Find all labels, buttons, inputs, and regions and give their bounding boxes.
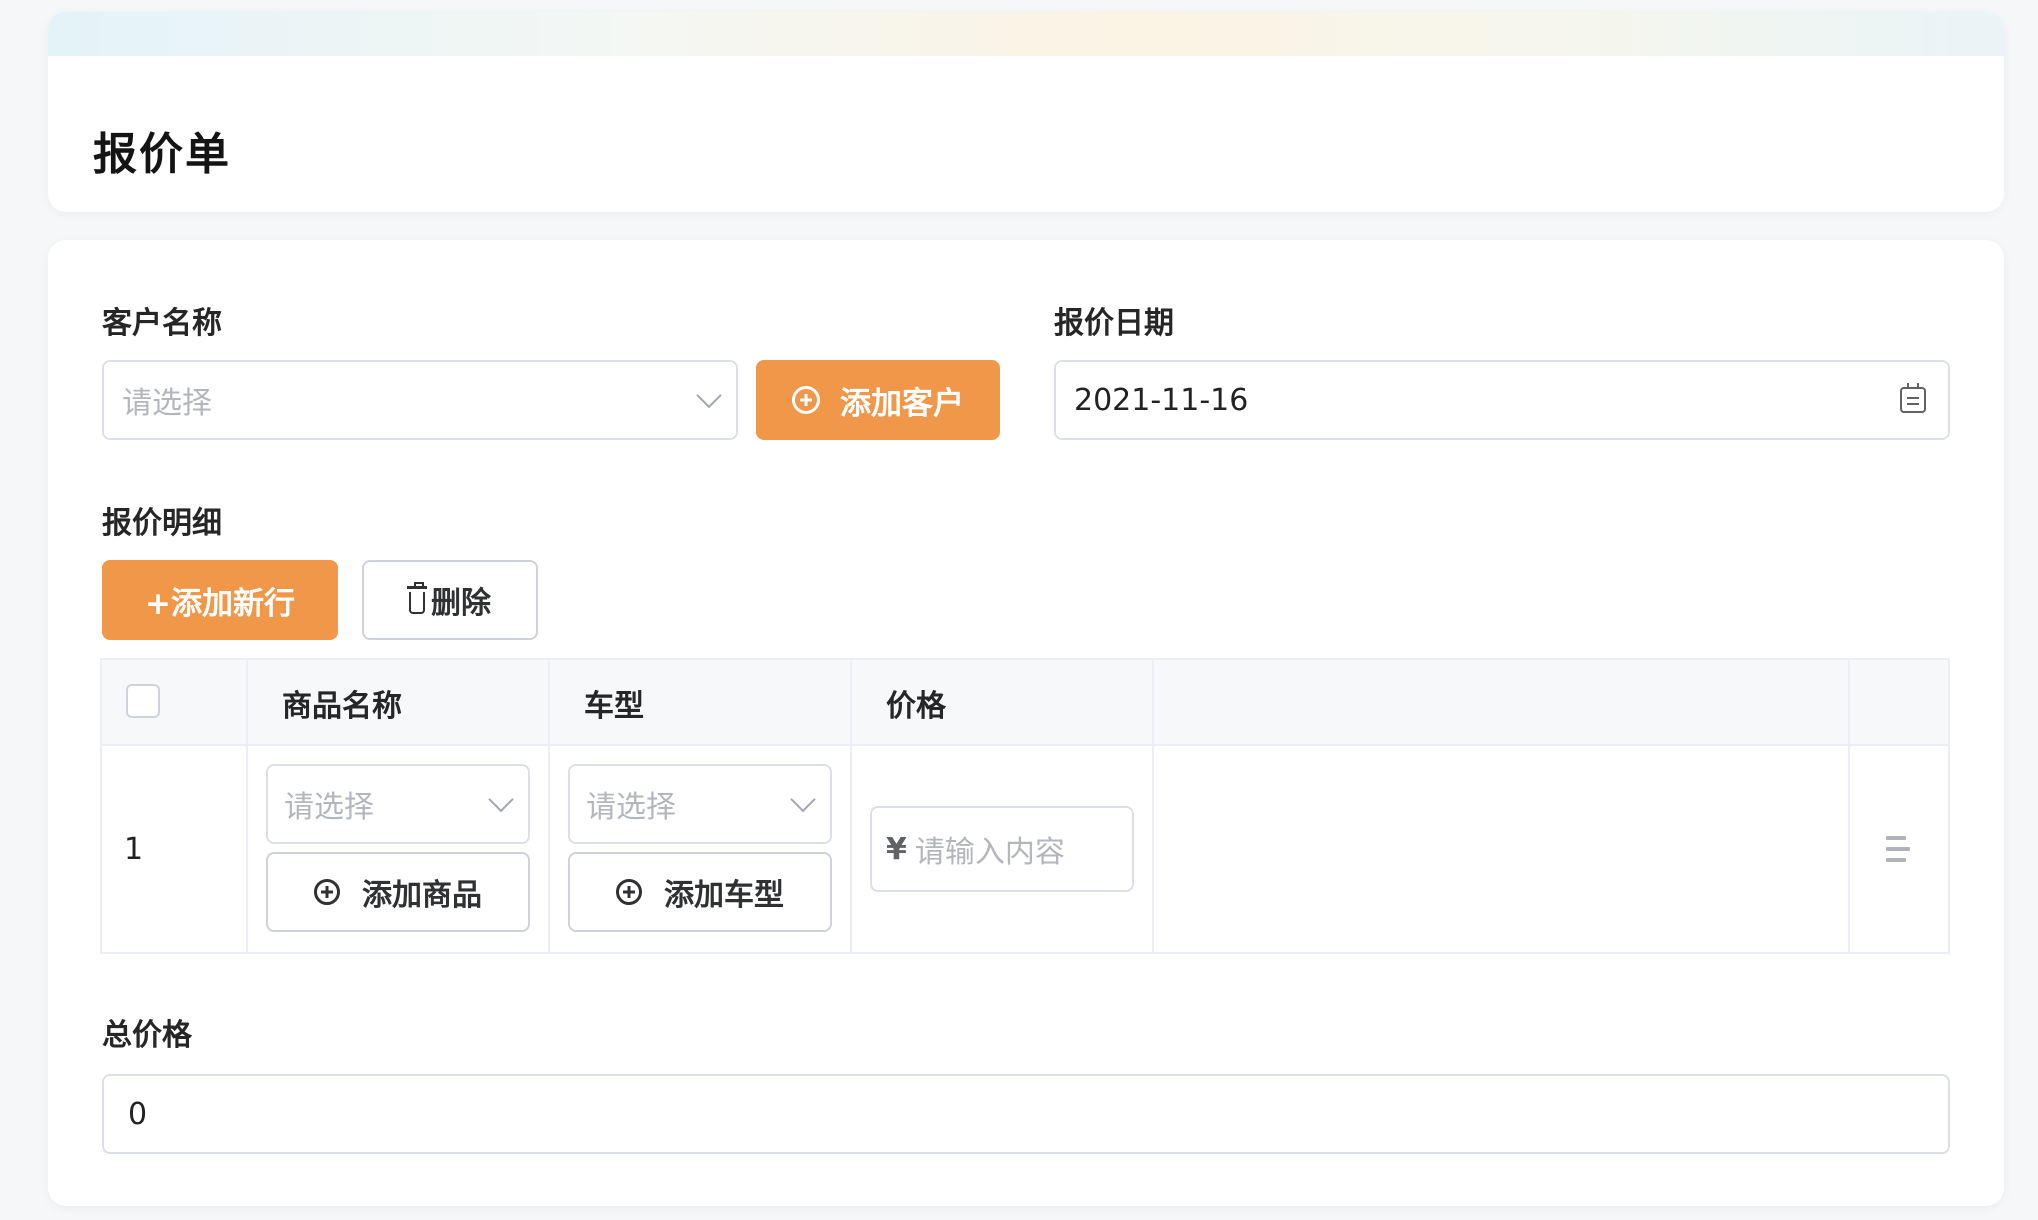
plus-circle-icon (792, 386, 820, 414)
column-divider (1152, 660, 1154, 952)
page: 报价单 客户名称 请选择 添加客户 报价日期 2021-11-16 报价明细 +… (0, 0, 2038, 1220)
customer-select-placeholder: 请选择 (122, 386, 212, 421)
price-input[interactable]: ¥ 请输入内容 (870, 806, 1134, 892)
quote-date-value: 2021-11-16 (1074, 382, 1249, 418)
calendar-icon[interactable] (1900, 383, 1926, 413)
delete-button-label: 删除 (431, 586, 491, 621)
delete-button[interactable]: 删除 (362, 560, 538, 640)
column-header-model: 车型 (584, 689, 644, 724)
add-product-label: 添加商品 (362, 878, 482, 913)
add-model-label: 添加车型 (664, 878, 784, 913)
column-divider (548, 660, 550, 952)
model-select-placeholder: 请选择 (586, 790, 676, 825)
plus-circle-icon (616, 879, 642, 905)
quote-form: 客户名称 请选择 添加客户 报价日期 2021-11-16 报价明细 +添加新行… (48, 240, 2004, 1206)
total-label: 总价格 (102, 1018, 192, 1053)
column-divider (246, 660, 248, 952)
header-gradient-band (48, 12, 2004, 56)
column-header-product: 商品名称 (282, 689, 402, 724)
add-model-button[interactable]: 添加车型 (568, 852, 832, 932)
add-customer-label: 添加客户 (840, 385, 964, 422)
customer-label: 客户名称 (102, 306, 222, 341)
chevron-down-icon (696, 382, 722, 409)
details-table: 商品名称 车型 价格 1 请选择 添加商品 请选择 添加车型 ¥ 请输入内容 (100, 658, 1950, 954)
select-all-checkbox[interactable] (126, 684, 160, 718)
trash-icon (407, 582, 427, 614)
chevron-down-icon (790, 786, 816, 813)
add-product-button[interactable]: 添加商品 (266, 852, 530, 932)
column-header-price: 价格 (886, 689, 946, 724)
quote-date-label: 报价日期 (1054, 306, 1174, 341)
yen-prefix: ¥ (886, 831, 907, 867)
row-index: 1 (124, 832, 144, 867)
add-customer-button[interactable]: 添加客户 (756, 360, 1000, 440)
header-card: 报价单 (48, 12, 2004, 212)
column-divider (1848, 660, 1850, 952)
plus-circle-icon (314, 879, 340, 905)
column-divider (850, 660, 852, 952)
chevron-down-icon (488, 786, 514, 813)
row-menu-icon[interactable] (1886, 834, 1914, 864)
add-row-button[interactable]: +添加新行 (102, 560, 338, 640)
quote-date-input[interactable]: 2021-11-16 (1054, 360, 1950, 440)
product-select[interactable]: 请选择 (266, 764, 530, 844)
page-title: 报价单 (93, 129, 231, 180)
price-input-placeholder: 请输入内容 (914, 835, 1065, 870)
total-price-value: 0 (128, 1096, 148, 1132)
total-price-input[interactable]: 0 (102, 1074, 1950, 1154)
details-label: 报价明细 (102, 506, 222, 541)
customer-select[interactable]: 请选择 (102, 360, 738, 440)
model-select[interactable]: 请选择 (568, 764, 832, 844)
product-select-placeholder: 请选择 (284, 790, 374, 825)
